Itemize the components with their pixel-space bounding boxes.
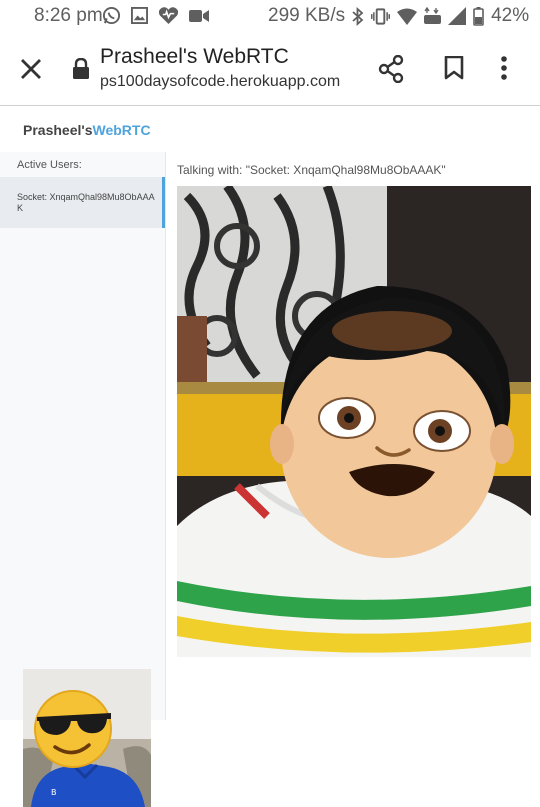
notification-icons	[102, 6, 209, 25]
browser-toolbar: Prasheel's WebRTC ps100daysofcode.heroku…	[0, 32, 540, 106]
clock: 8:26 pm	[34, 5, 103, 26]
active-user-item[interactable]: Socket: XnqamQhal98Mu8ObAAAK	[0, 177, 165, 228]
battery-icon	[473, 6, 484, 26]
page-title: Prasheel's WebRTC	[100, 45, 289, 68]
wifi-icon	[397, 8, 418, 25]
system-indicators: 299 KB/s 42%	[268, 5, 529, 27]
gallery-icon	[131, 7, 148, 24]
talking-with-label: Talking with: "Socket: XnqamQhal98Mu8ObA…	[177, 163, 446, 177]
network-speed: 299 KB/s	[268, 5, 346, 26]
vibrate-icon	[371, 7, 391, 25]
remote-video	[177, 186, 531, 657]
app-brand[interactable]: Prasheel'sWebRTC	[23, 122, 151, 138]
bookmark-icon[interactable]	[444, 56, 464, 80]
active-user-label: Socket: XnqamQhal98Mu8ObAAAK	[17, 192, 155, 213]
battery-level: 42%	[491, 5, 530, 26]
whatsapp-icon	[102, 6, 121, 25]
main-panel: Talking with: "Socket: XnqamQhal98Mu8ObA…	[166, 152, 540, 720]
lte-icon	[424, 7, 442, 24]
svg-text:B: B	[51, 788, 57, 797]
brand-prefix: Prasheel's	[23, 122, 93, 138]
lock-icon[interactable]	[72, 58, 90, 80]
app-navbar: Prasheel'sWebRTC	[0, 106, 540, 152]
bluetooth-icon	[352, 6, 364, 26]
close-icon[interactable]	[18, 56, 44, 82]
share-icon[interactable]	[378, 55, 404, 83]
more-options-icon[interactable]	[500, 56, 508, 80]
status-bar: 8:26 pm 299 KB/s 42%	[0, 0, 540, 32]
signal-icon	[448, 7, 467, 25]
heart-icon	[158, 7, 179, 25]
video-call-icon	[189, 9, 209, 22]
active-users-heading: Active Users:	[17, 159, 82, 171]
local-video: B	[23, 669, 151, 807]
active-users-sidebar: Active Users: Socket: XnqamQhal98Mu8ObAA…	[0, 152, 166, 807]
brand-accent: WebRTC	[92, 122, 151, 138]
page-url[interactable]: ps100daysofcode.herokuapp.com	[100, 73, 340, 91]
